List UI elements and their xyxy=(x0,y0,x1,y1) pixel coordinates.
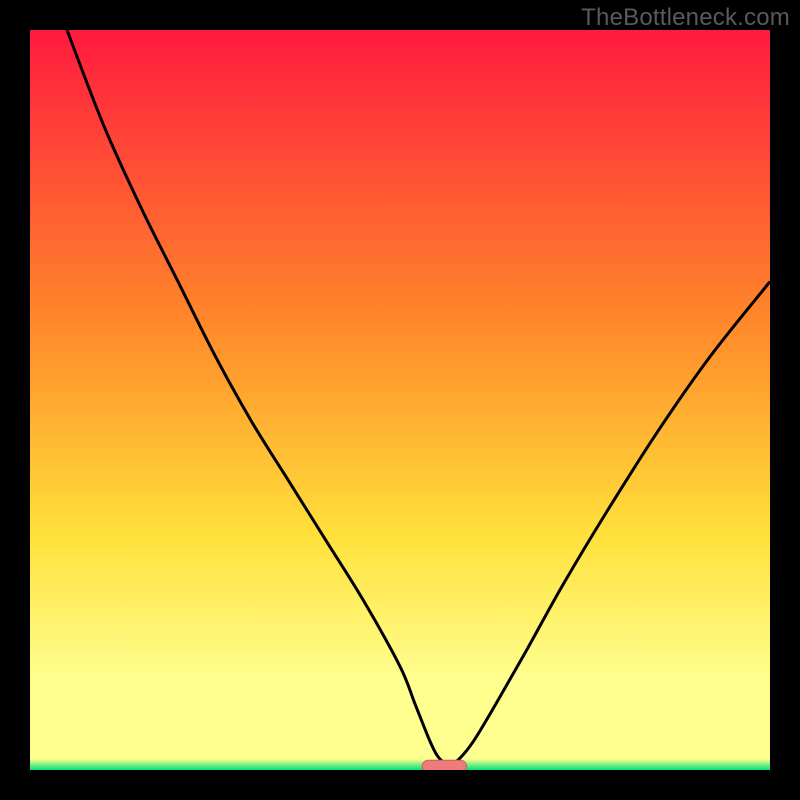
gradient-background xyxy=(30,30,770,770)
watermark-label: TheBottleneck.com xyxy=(581,4,790,32)
optimal-marker xyxy=(422,760,466,770)
chart-frame: { "watermark": "TheBottleneck.com", "col… xyxy=(0,0,800,800)
bottleneck-chart xyxy=(30,30,770,770)
